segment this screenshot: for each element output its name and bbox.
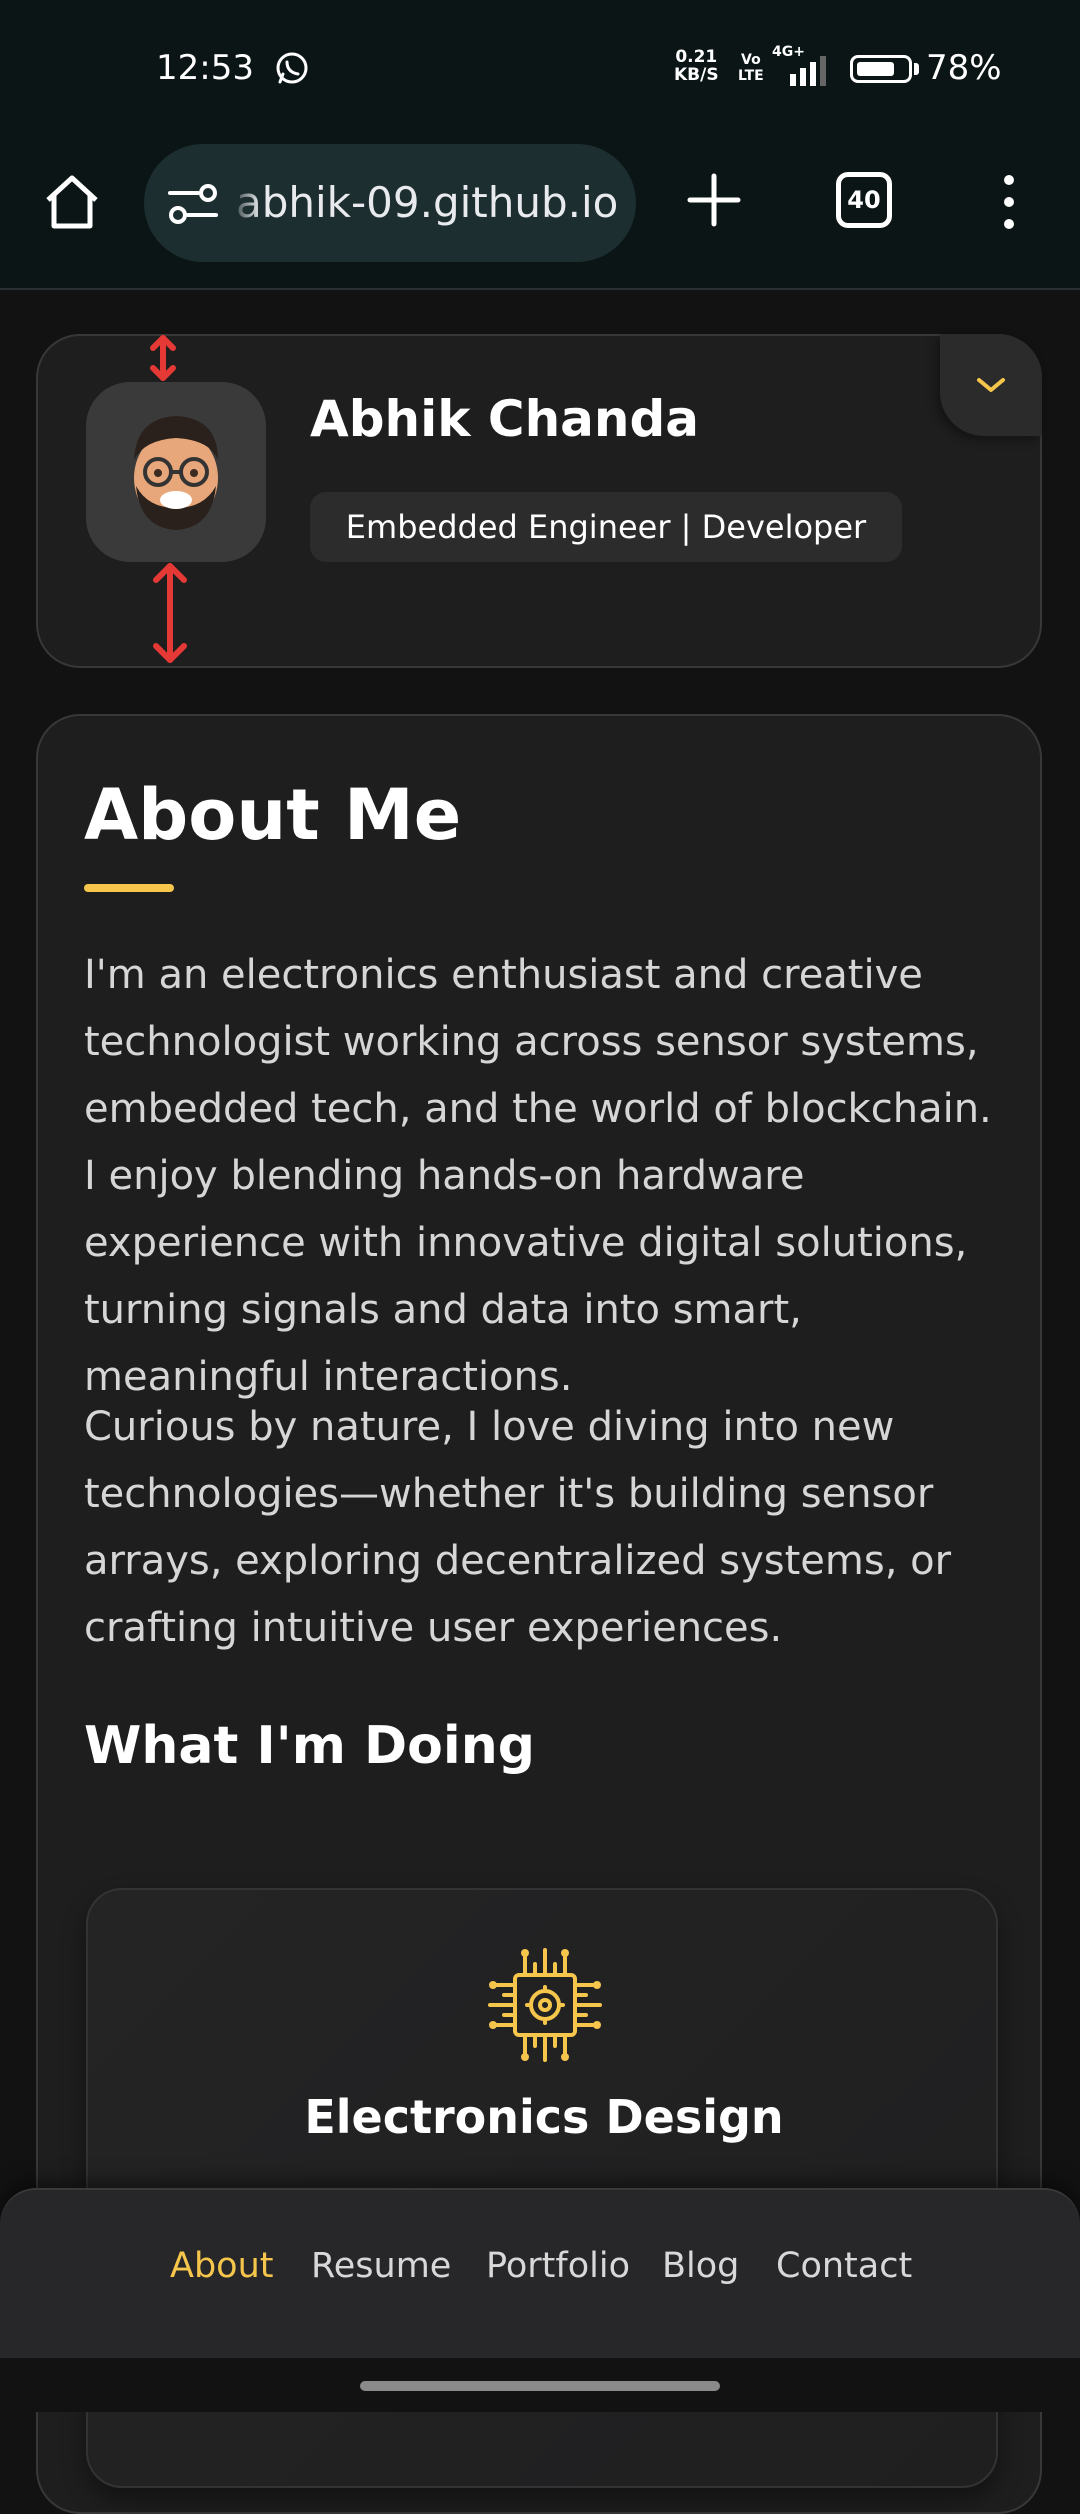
show-contacts-button[interactable] [940,334,1042,436]
tab-switcher-button[interactable]: 40 [836,172,892,228]
signal-strength-icon [790,56,826,86]
whatsapp-notification-icon [276,52,308,84]
network-speed-value: 0.21 [675,47,718,67]
nav-item-blog[interactable]: Blog [662,2246,739,2286]
about-paragraph-1: I'm an electronics enthusiast and creati… [84,952,992,1400]
volte-top: Vo [741,52,761,68]
nav-item-portfolio[interactable]: Portfolio [486,2246,630,2286]
url-fade [230,144,260,262]
battery-tip [914,63,919,75]
battery-icon [850,55,912,83]
nav-item-resume[interactable]: Resume [311,2246,451,2286]
battery-fill [857,62,894,76]
page-content: Abhik Chanda Embedded Engineer | Develop… [0,290,1080,2514]
battery-percent: 78% [926,48,1002,88]
status-time: 12:53 [156,48,254,88]
volte-bottom: LTE [738,68,764,84]
url-text[interactable]: abhik-09.github.io [236,178,618,227]
new-tab-icon[interactable] [686,172,742,228]
circuit-chip-icon [488,1948,602,2062]
network-speed: 0.21 KB/S [674,48,719,84]
red-double-arrow-icon [153,563,187,663]
service-title: Electronics Design [304,2090,784,2144]
about-paragraph-2: Curious by nature, I love diving into ne… [84,1404,952,1651]
memoji-avatar-icon [134,416,218,530]
home-icon[interactable] [40,170,104,234]
heading-underline [84,884,174,892]
red-double-arrow-icon [150,335,176,381]
gesture-handle[interactable] [360,2381,720,2391]
browser-toolbar: abhik-09.github.io 40 [0,140,1080,290]
doing-heading: What I'm Doing [84,1716,535,1776]
avatar [86,382,266,562]
network-speed-unit: KB/S [674,65,719,85]
more-options-icon[interactable] [994,170,1024,234]
profile-title-badge: Embedded Engineer | Developer [310,492,902,562]
profile-name: Abhik Chanda [310,390,700,448]
nav-item-about[interactable]: About [170,2246,273,2286]
site-settings-icon[interactable] [168,183,218,225]
about-heading: About Me [84,774,462,856]
address-bar[interactable]: abhik-09.github.io [144,144,636,262]
status-bar: 12:53 0.21 KB/S Vo LTE 4G+ 78% [0,0,1080,140]
chevron-down-icon [977,378,1005,392]
nav-item-contact[interactable]: Contact [776,2246,912,2286]
volte-indicator: Vo LTE [738,52,764,84]
bottom-navbar: About Resume Portfolio Blog Contact [0,2188,1080,2360]
